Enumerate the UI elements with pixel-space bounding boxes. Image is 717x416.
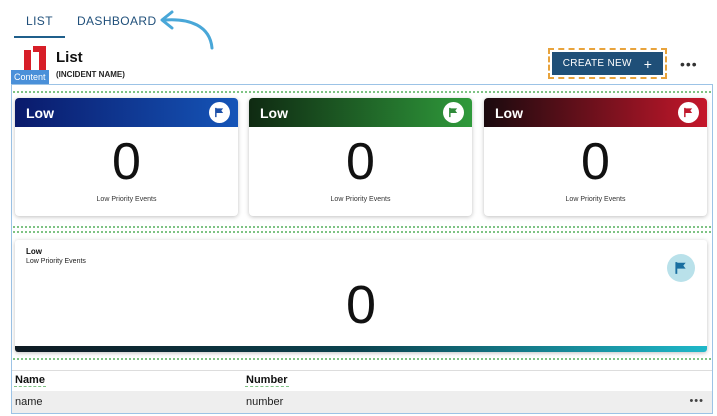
cell-name: name [15,396,43,408]
card-header: Low [15,98,238,127]
priority-card[interactable]: Low 0 Low Priority Events [249,98,472,216]
divider [13,358,711,360]
card-header: Low [484,98,707,127]
card-value: 0 [346,133,375,191]
create-new-button[interactable]: CREATE NEW + [552,52,663,75]
card-header: Low [249,98,472,127]
page-title: List [56,49,83,66]
card-caption: Low Priority Events [565,196,626,203]
content-tag: Content [11,70,49,84]
top-tabs: LIST DASHBOARD [14,0,169,38]
plus-icon: + [643,55,653,72]
wide-card-caption: Low Priority Events [26,258,86,265]
page-subtitle: (INCIDENT NAME) [56,70,125,79]
card-caption: Low Priority Events [330,196,391,203]
table-header: Name Number [12,370,712,390]
wide-card-accent-bar [15,346,707,352]
tab-list[interactable]: LIST [14,0,65,38]
app-logo-icon [24,46,46,70]
column-header-name[interactable]: Name [14,374,46,387]
flag-icon [443,102,464,123]
flag-icon [209,102,230,123]
wide-card-title: Low [26,247,42,256]
create-new-label: CREATE NEW [562,58,632,69]
divider [13,231,711,233]
wide-card-value: 0 [345,275,377,335]
card-title: Low [260,104,288,121]
row-more-icon[interactable]: ••• [689,395,704,407]
priority-card[interactable]: Low 0 Low Priority Events [15,98,238,216]
card-value: 0 [112,133,141,191]
cell-number: number [246,396,284,408]
create-new-highlight: CREATE NEW + [548,48,667,79]
divider [13,91,711,93]
card-caption: Low Priority Events [96,196,157,203]
priority-summary-card[interactable]: Low Low Priority Events 0 [15,240,707,352]
column-header-number[interactable]: Number [245,374,289,387]
annotation-arrow-icon [160,10,214,50]
card-title: Low [495,104,523,121]
divider [13,226,711,228]
card-value: 0 [581,133,610,191]
flag-icon [678,102,699,123]
table-row[interactable]: name number ••• [12,391,712,413]
more-options-icon[interactable]: ••• [680,56,698,72]
card-title: Low [26,104,54,121]
priority-card[interactable]: Low 0 Low Priority Events [484,98,707,216]
